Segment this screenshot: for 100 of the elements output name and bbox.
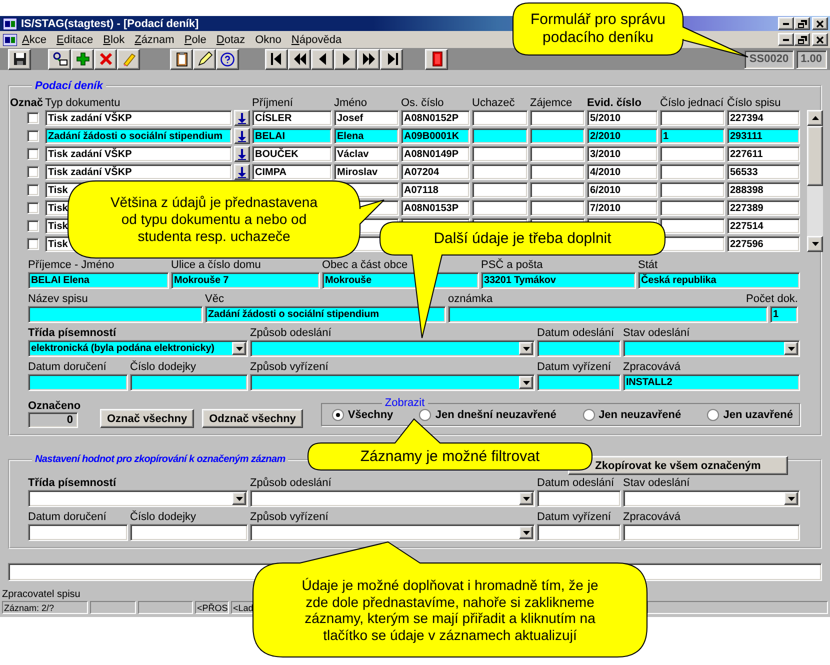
- input-field[interactable]: Česká republika: [638, 272, 800, 289]
- dropdown-button[interactable]: [232, 492, 246, 505]
- dropdown-field[interactable]: [250, 524, 535, 541]
- select-button[interactable]: Odznač všechny: [202, 409, 303, 428]
- dropdown-button[interactable]: [519, 526, 533, 539]
- dropdown-button[interactable]: [519, 376, 533, 389]
- checkbox[interactable]: [27, 112, 39, 124]
- list-button[interactable]: [234, 164, 250, 180]
- input-field[interactable]: INSTALL2: [623, 374, 800, 391]
- menu-item[interactable]: Editace: [51, 34, 98, 46]
- query-button[interactable]: [48, 48, 71, 70]
- clipboard-button[interactable]: [170, 48, 193, 70]
- save-button[interactable]: [8, 48, 31, 70]
- list-button[interactable]: [234, 146, 250, 162]
- checkbox[interactable]: [27, 220, 39, 232]
- add-button[interactable]: [71, 48, 94, 70]
- input-field[interactable]: 1: [770, 306, 798, 323]
- menu-item[interactable]: Blok: [98, 34, 130, 46]
- dropdown-field[interactable]: [623, 340, 800, 357]
- dropdown-button[interactable]: [519, 342, 533, 355]
- checkbox[interactable]: [27, 130, 39, 142]
- input-field[interactable]: [28, 306, 203, 323]
- input-field[interactable]: 33201 Tymákov: [481, 272, 636, 289]
- scrollbar[interactable]: [807, 110, 823, 252]
- input-field[interactable]: [537, 374, 621, 391]
- help-button[interactable]: [216, 48, 239, 70]
- column-header: Os. číslo: [401, 97, 445, 109]
- navigation-button[interactable]: [265, 48, 288, 70]
- close-button[interactable]: [812, 17, 828, 30]
- scroll-thumb[interactable]: [807, 126, 823, 186]
- input-field[interactable]: [130, 524, 248, 541]
- scroll-up-button[interactable]: [807, 110, 823, 126]
- menu-item[interactable]: Akce: [17, 34, 52, 46]
- navigation-button[interactable]: [380, 48, 403, 70]
- input-field[interactable]: Zadání žádosti o sociální stipendium: [205, 306, 446, 323]
- exit-button[interactable]: [425, 48, 448, 70]
- menu-item[interactable]: Pole: [179, 34, 212, 46]
- navigation-button[interactable]: [357, 48, 380, 70]
- input-field[interactable]: BELAI Elena: [28, 272, 169, 289]
- radio-option[interactable]: Jen uzavřené: [707, 409, 793, 421]
- radio-option[interactable]: Všechny: [332, 409, 394, 421]
- dropdown-field[interactable]: [250, 490, 535, 507]
- table-cell: 56533: [727, 164, 800, 180]
- restore-button[interactable]: [794, 33, 810, 46]
- input-field[interactable]: Mokrouše 7: [171, 272, 320, 289]
- input-field[interactable]: [537, 490, 621, 507]
- input-field[interactable]: [130, 374, 248, 391]
- field-label: Způsob vyřízení: [250, 511, 328, 524]
- table-cell: [660, 164, 725, 180]
- input-field[interactable]: [537, 340, 621, 357]
- navigation-button[interactable]: [334, 48, 357, 70]
- menu-item[interactable]: Nápověda: [286, 34, 347, 46]
- edit-button[interactable]: [193, 48, 216, 70]
- copy-button[interactable]: Zkopírovat ke všem označeným: [568, 456, 788, 475]
- close-button[interactable]: [812, 33, 828, 46]
- delete-button[interactable]: [94, 48, 117, 70]
- checkbox[interactable]: [27, 184, 39, 196]
- input-field[interactable]: [623, 524, 800, 541]
- caret-icon: [788, 496, 794, 500]
- input-field[interactable]: [448, 306, 768, 323]
- menu-item[interactable]: Dotaz: [211, 34, 250, 46]
- dropdown-button[interactable]: [784, 492, 798, 505]
- radio-option[interactable]: Jen neuzavřené: [582, 409, 682, 421]
- checkbox[interactable]: [27, 238, 39, 250]
- checkbox[interactable]: [27, 148, 39, 160]
- list-button[interactable]: [234, 128, 250, 144]
- input-field[interactable]: [28, 524, 128, 541]
- checkbox[interactable]: [27, 202, 39, 214]
- restore-button[interactable]: [794, 17, 810, 30]
- navigation-button[interactable]: [311, 48, 334, 70]
- field-label: oznámka: [448, 293, 493, 306]
- radio-button[interactable]: [707, 409, 720, 421]
- radio-button[interactable]: [419, 409, 432, 421]
- menu-item[interactable]: Záznam: [130, 34, 180, 46]
- dropdown-field[interactable]: elektronická (byla podána elektronicky): [28, 340, 248, 357]
- radio-option[interactable]: Jen dnešní neuzavřené: [419, 409, 556, 421]
- field-label: Stát: [638, 259, 658, 272]
- input-field[interactable]: [28, 374, 128, 391]
- dropdown-field[interactable]: [28, 490, 248, 507]
- minimize-button[interactable]: [778, 33, 794, 46]
- table-cell: [530, 164, 585, 180]
- dropdown-button[interactable]: [784, 342, 798, 355]
- radio-button[interactable]: [582, 409, 595, 421]
- list-button[interactable]: [234, 110, 250, 126]
- input-field[interactable]: [537, 524, 621, 541]
- checkbox[interactable]: [27, 166, 39, 178]
- dropdown-field[interactable]: [623, 490, 800, 507]
- table-cell: [530, 146, 585, 162]
- menu-item[interactable]: Okno: [250, 34, 286, 46]
- clear-button[interactable]: [117, 48, 140, 70]
- dropdown-button[interactable]: [232, 342, 246, 355]
- scroll-down-button[interactable]: [807, 236, 823, 252]
- dropdown-field[interactable]: [250, 340, 535, 357]
- navigation-button[interactable]: [288, 48, 311, 70]
- select-button[interactable]: Označ všechny: [100, 409, 194, 428]
- radio-button[interactable]: [332, 409, 344, 421]
- dropdown-field[interactable]: [250, 374, 535, 391]
- clipboard-icon: [174, 51, 190, 67]
- minimize-button[interactable]: [778, 17, 794, 30]
- dropdown-button[interactable]: [519, 492, 533, 505]
